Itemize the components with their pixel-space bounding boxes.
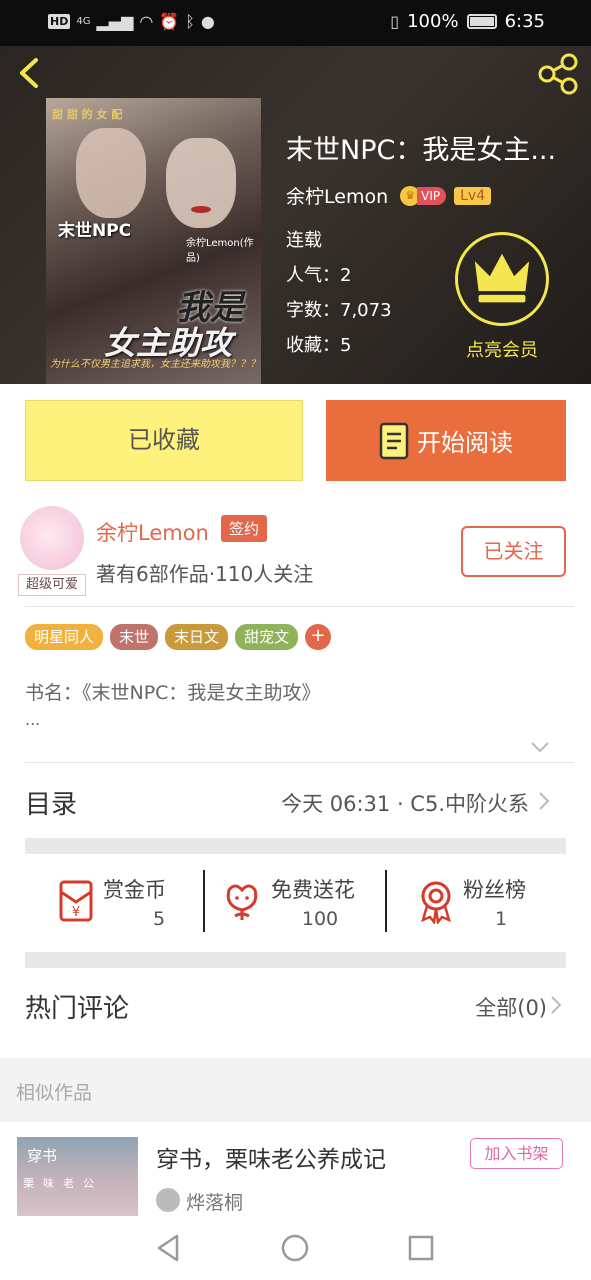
chevron-right-icon[interactable] [549, 994, 563, 1016]
section-separator [25, 838, 566, 854]
fan-ranking-stat[interactable]: 粉丝榜 1 [405, 864, 565, 940]
stat-value: 5 [152, 908, 166, 930]
rec-cover-title: 穿书 [27, 1147, 58, 1165]
vip-badge: ♛ VIP [400, 185, 447, 206]
wifi-icon: ◠ [139, 12, 154, 31]
level-badge: Lv4 [454, 186, 492, 205]
author-name[interactable]: 余柠Lemon [286, 182, 388, 209]
recents-nav-icon[interactable] [405, 1232, 437, 1264]
section-separator [25, 952, 566, 968]
signal-icon: ▂▄▆ [96, 12, 134, 31]
medal-icon [421, 881, 451, 924]
collected-button[interactable]: 已收藏 [25, 400, 303, 481]
divider [25, 606, 574, 607]
divider [25, 762, 574, 763]
cover-title-1: 末世NPC [58, 221, 132, 241]
avatar [156, 1188, 180, 1212]
status-bar: HD 4G ▂▄▆ ◠ ⏰ ᛒ ● ▯ 100% 6:35 [0, 0, 591, 46]
add-tag-button[interactable]: + [305, 624, 332, 650]
popularity: 人气：2 [286, 265, 352, 286]
word-count: 字数：7,073 [286, 300, 392, 321]
back-nav-icon[interactable] [153, 1232, 185, 1264]
stat-label: 赏金币 [103, 878, 166, 902]
free-flower-stat[interactable]: 免费送花 100 [215, 864, 385, 940]
rec-cover-subtitle: 栗味老公 [23, 1177, 103, 1190]
stat-value: 100 [301, 908, 339, 930]
stat-value: 1 [494, 908, 508, 930]
message-icon: ● [200, 12, 215, 31]
network-label: 4G [76, 16, 91, 27]
cover-top-text: 甜 甜 的 女 配 [52, 108, 123, 121]
vip-member-label[interactable]: 点亮会员 [452, 336, 552, 362]
synopsis-ellipsis: ... [25, 710, 41, 729]
reward-coins-stat[interactable]: ¥ 赏金币 5 [45, 864, 205, 940]
all-comments-link[interactable]: 全部(0) [475, 992, 547, 1022]
bluetooth-icon: ᛒ [185, 12, 195, 31]
clock: 6:35 [504, 11, 545, 32]
author-row: 余柠Lemon ♛ VIP Lv4 [286, 182, 492, 209]
book-detail-main: 已收藏 开始阅读 超级可爱 余柠Lemon 签约 著有6部作品·110人关注 已… [0, 384, 591, 1120]
battery-percent: 100% [407, 11, 459, 32]
share-icon[interactable] [535, 52, 581, 96]
vibrate-icon: ▯ [390, 12, 400, 31]
vip-label: VIP [417, 186, 447, 205]
book-cover[interactable]: 甜 甜 的 女 配 末世NPC 余柠Lemon(作品) 我是 女主助攻 为什么不… [46, 98, 261, 384]
tag-list: 明星同人 末世 末日文 甜宠文 + [25, 624, 332, 650]
author-meta: 著有6部作品·110人关注 [96, 562, 314, 586]
cover-figure [76, 128, 146, 218]
rec-book-cover[interactable]: 穿书 栗味老公 [17, 1137, 138, 1217]
tag-chip[interactable]: 末世 [110, 624, 159, 650]
toc-label: 目录 [25, 790, 78, 820]
hot-comments-label: 热门评论 [25, 994, 130, 1024]
similar-works-header: 相似作品 [0, 1058, 591, 1122]
follow-button[interactable]: 已关注 [461, 526, 566, 577]
battery-icon [466, 14, 497, 29]
red-envelope-icon: ¥ [59, 880, 93, 922]
stat-label: 免费送花 [271, 878, 355, 902]
book-header: 甜 甜 的 女 配 末世NPC 余柠Lemon(作品) 我是 女主助攻 为什么不… [0, 46, 591, 384]
add-to-shelf-button[interactable]: 加入书架 [470, 1138, 563, 1169]
favorites-count: 收藏：5 [286, 335, 352, 356]
list-item[interactable]: 穿书 栗味老公 穿书，栗味老公养成记 加入书架 烨落桐 [0, 1122, 591, 1218]
signed-badge: 签约 [221, 515, 268, 542]
start-reading-label: 开始阅读 [417, 429, 513, 457]
start-reading-button[interactable]: 开始阅读 [326, 400, 566, 481]
alarm-icon: ⏰ [159, 12, 180, 31]
synopsis-text: 书名：《末世NPC：我是女主助攻》 [25, 682, 321, 704]
serial-status: 连载 [286, 230, 322, 251]
book-title: 末世NPC：我是女主... [286, 135, 557, 166]
tag-chip[interactable]: 末日文 [165, 624, 229, 650]
hd-badge: HD [48, 14, 71, 29]
tag-chip[interactable]: 甜宠文 [235, 624, 299, 650]
similar-works-label: 相似作品 [16, 1082, 93, 1104]
system-nav-bar [0, 1216, 591, 1280]
home-nav-icon[interactable] [279, 1232, 311, 1264]
vip-member-crown-icon[interactable] [455, 232, 549, 326]
stat-divider [203, 870, 205, 932]
back-icon[interactable] [14, 56, 48, 90]
cover-figure [166, 138, 236, 228]
rec-book-title[interactable]: 穿书，栗味老公养成记 [156, 1140, 386, 1174]
stat-label: 粉丝榜 [463, 878, 526, 902]
chevron-down-icon[interactable] [530, 740, 550, 754]
cover-tagline: 为什么不仅男主追求我，女主还来助攻我？？？ [50, 359, 260, 370]
tag-chip[interactable]: 明星同人 [25, 624, 104, 650]
author-card-name[interactable]: 余柠Lemon [96, 517, 209, 547]
stat-divider [385, 870, 387, 932]
avatar-tag: 超级可爱 [18, 574, 86, 596]
cover-detail [191, 206, 211, 213]
stats-row: ¥ 赏金币 5 免费送花 100 粉丝榜 1 [25, 864, 566, 940]
author-avatar[interactable] [20, 506, 84, 570]
book-icon [379, 422, 409, 459]
svg-text:¥: ¥ [72, 905, 80, 920]
flower-icon [226, 884, 258, 920]
rec-book-author: 烨落桐 [186, 1192, 244, 1214]
cover-author: 余柠Lemon(作品) [186, 238, 254, 264]
table-of-contents-row[interactable]: 目录 今天 06:31 · C5.中阶火系 [25, 782, 551, 822]
latest-chapter: 今天 06:31 · C5.中阶火系 [281, 792, 529, 816]
chevron-right-icon [539, 792, 550, 810]
